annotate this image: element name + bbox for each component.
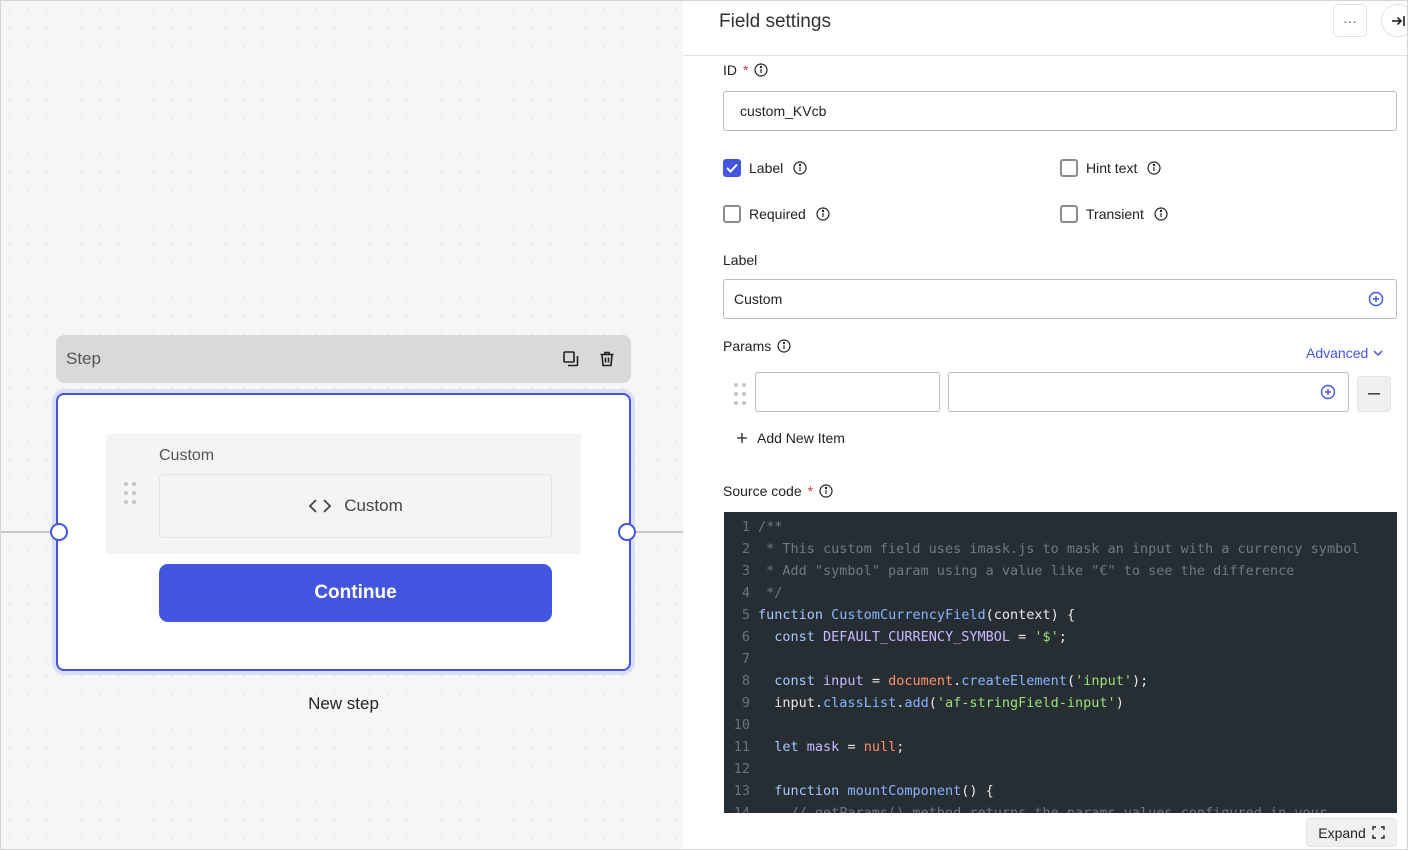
required-checkbox-text: Required	[749, 206, 806, 222]
code-line: 11 let mask = null;	[733, 739, 905, 755]
collapse-right-icon	[1392, 15, 1405, 26]
code-line: 9 input.classList.add('af-stringField-in…	[741, 695, 1124, 711]
option-label[interactable]: Label	[723, 159, 807, 177]
id-input[interactable]: custom_KVcb	[723, 91, 1397, 131]
field-settings-panel: Field settings ··· ID * custom_KVcb Labe…	[683, 1, 1407, 849]
label-checkbox-text: Label	[749, 160, 784, 176]
source-code-label-text: Source code	[723, 483, 802, 499]
app-frame: Step Custom Custom Continue New step Fie…	[0, 0, 1408, 850]
params-label-text: Params	[723, 338, 772, 354]
step-title: Step	[66, 349, 101, 368]
code-icon	[308, 499, 332, 513]
id-label-text: ID	[723, 62, 737, 78]
expand-label: Expand	[1318, 824, 1366, 841]
custom-field-block[interactable]: Custom Custom	[106, 434, 581, 554]
hint-text-checkbox[interactable]	[1060, 159, 1078, 177]
code-line: 10	[733, 717, 750, 733]
expand-icon	[1372, 826, 1385, 839]
step-name[interactable]: New step	[56, 694, 631, 714]
info-icon[interactable]	[754, 63, 769, 77]
step-card[interactable]: Custom Custom Continue	[56, 393, 631, 671]
label-field-label: Label	[723, 252, 757, 268]
expand-button[interactable]: Expand	[1306, 818, 1397, 847]
label-checkbox[interactable]	[723, 159, 741, 177]
label-field-label-text: Label	[723, 252, 758, 268]
add-new-item-button[interactable]: Add New Item	[737, 430, 845, 446]
source-code-editor[interactable]: 1/** 2 * This custom field uses imask.js …	[724, 512, 1397, 813]
add-variable-icon[interactable]	[1368, 291, 1384, 310]
info-icon[interactable]	[1154, 207, 1168, 221]
step-header[interactable]: Step	[56, 335, 631, 383]
more-options-button[interactable]: ···	[1333, 4, 1367, 37]
chevron-down-icon	[1373, 350, 1383, 356]
code-line: 6 const DEFAULT_CURRENCY_SYMBOL = '$';	[741, 629, 1067, 645]
code-line: 4 */	[741, 585, 783, 601]
param-drag-handle-icon[interactable]	[734, 383, 748, 405]
transient-checkbox[interactable]	[1060, 205, 1078, 223]
info-icon[interactable]	[777, 339, 791, 353]
hint-text-checkbox-text: Hint text	[1086, 160, 1138, 176]
code-line: 12	[733, 761, 750, 777]
advanced-toggle[interactable]: Advanced	[1306, 345, 1383, 361]
code-line: 14 // getParams() method returns the par…	[733, 805, 1327, 813]
minus-icon	[1368, 393, 1380, 395]
duplicate-icon[interactable]	[557, 345, 585, 373]
code-line: 8 const input = document.createElement('…	[741, 673, 1149, 689]
field-label: Custom	[159, 447, 215, 464]
code-line: 1/**	[741, 519, 783, 535]
param-value-input[interactable]	[948, 372, 1349, 412]
info-icon[interactable]	[1147, 161, 1161, 175]
required-checkbox[interactable]	[723, 205, 741, 223]
required-mark: *	[807, 483, 814, 499]
param-key-input[interactable]	[755, 372, 940, 412]
custom-widget-label: Custom	[344, 496, 403, 515]
output-port[interactable]	[618, 523, 636, 541]
code-line: 3 * Add "symbol" param using a value lik…	[741, 563, 1295, 579]
transient-checkbox-text: Transient	[1086, 206, 1144, 222]
label-input-value: Custom	[734, 291, 783, 307]
option-transient[interactable]: Transient	[1060, 205, 1168, 223]
remove-param-button[interactable]	[1357, 376, 1391, 412]
info-icon[interactable]	[819, 484, 833, 498]
code-line: 7	[741, 651, 750, 667]
id-label: ID *	[723, 62, 769, 78]
input-port[interactable]	[50, 523, 68, 541]
panel-header: Field settings ···	[683, 1, 1407, 56]
custom-widget-placeholder: Custom	[159, 474, 552, 538]
continue-button[interactable]: Continue	[159, 564, 552, 622]
trash-icon[interactable]	[593, 345, 621, 373]
info-icon[interactable]	[816, 207, 830, 221]
code-line: 13 function mountComponent() {	[733, 783, 994, 799]
advanced-label: Advanced	[1306, 345, 1369, 361]
option-hint-text[interactable]: Hint text	[1060, 159, 1161, 177]
info-icon[interactable]	[793, 161, 807, 175]
add-variable-icon[interactable]	[1320, 384, 1336, 403]
add-new-item-label: Add New Item	[757, 430, 845, 446]
incoming-edge	[1, 531, 51, 533]
code-line: 2 * This custom field uses imask.js to m…	[741, 541, 1360, 557]
panel-title: Field settings	[719, 11, 831, 32]
flow-canvas[interactable]: Step Custom Custom Continue New step	[1, 1, 683, 849]
collapse-panel-button[interactable]	[1381, 4, 1407, 37]
required-mark: *	[743, 62, 749, 78]
code-line: 5 function CustomCurrencyField(context) {	[741, 607, 1076, 623]
more-icon: ···	[1343, 12, 1357, 29]
params-label: Params	[723, 338, 791, 354]
id-input-value: custom_KVcb	[740, 103, 827, 119]
source-code-label: Source code *	[723, 483, 833, 499]
drag-handle-icon[interactable]	[124, 482, 140, 508]
option-required[interactable]: Required	[723, 205, 830, 223]
label-input[interactable]: Custom	[723, 279, 1397, 319]
plus-icon	[737, 433, 747, 443]
outgoing-edge	[635, 531, 683, 533]
